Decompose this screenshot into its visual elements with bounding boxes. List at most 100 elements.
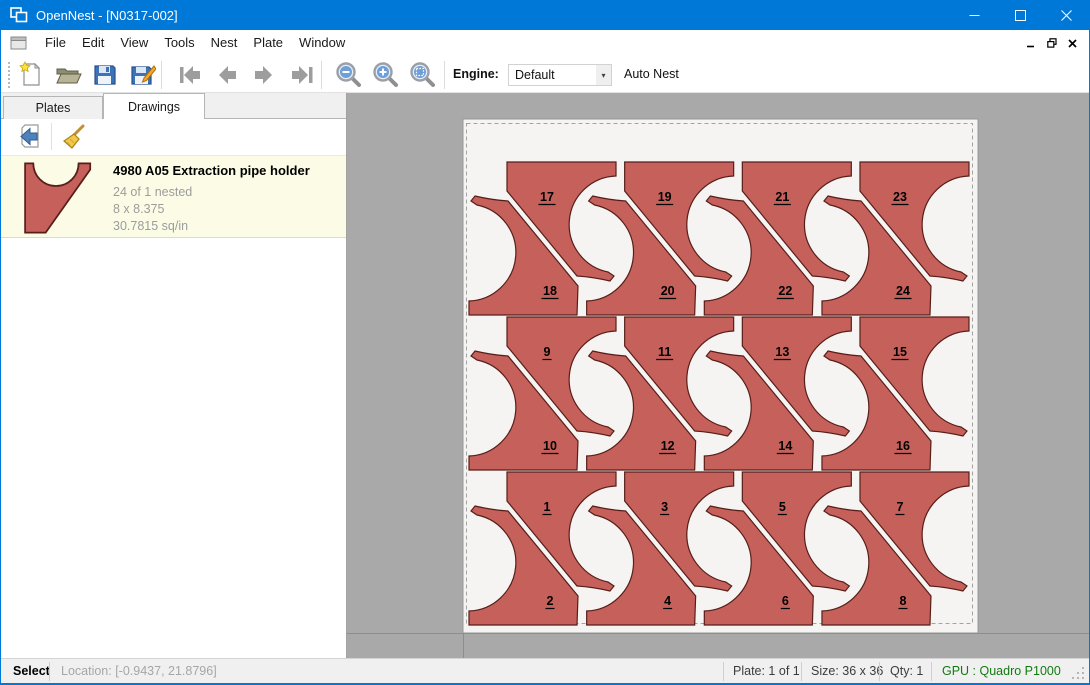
engine-select[interactable]: Default ▾ [508, 64, 612, 86]
close-icon [1061, 10, 1072, 21]
new-file-icon [18, 61, 44, 88]
minimize-icon [969, 10, 980, 21]
chevron-down-icon: ▾ [596, 65, 611, 85]
go-previous-icon [214, 63, 240, 87]
part-number-label: 13 [775, 345, 789, 359]
menu-edit[interactable]: Edit [74, 30, 112, 56]
child-close-icon [1068, 39, 1077, 48]
part-thumbnail [21, 162, 95, 234]
toolbar-separator [444, 61, 445, 89]
menu-view[interactable]: View [112, 30, 156, 56]
child-restore-button[interactable] [1041, 33, 1062, 53]
menu-window[interactable]: Window [291, 30, 353, 56]
part-number-label: 19 [658, 190, 672, 204]
child-restore-icon [1047, 38, 1057, 48]
part-number-label: 18 [543, 284, 557, 298]
zoom-out-icon [335, 61, 362, 88]
part-number-label: 2 [547, 594, 554, 608]
menu-file[interactable]: File [37, 30, 74, 56]
part-number-label: 5 [779, 500, 786, 514]
toolbar-separator [321, 61, 322, 89]
app-logo-icon [10, 7, 28, 23]
statusbar-separator [801, 662, 802, 681]
document-window-icon [10, 36, 27, 50]
part-number-label: 6 [782, 594, 789, 608]
save-as-icon [130, 62, 156, 88]
engine-value: Default [509, 68, 596, 82]
last-plate-button[interactable] [286, 59, 318, 90]
panel-tabstrip: Plates Drawings [1, 93, 346, 119]
statusbar-separator [723, 662, 724, 681]
auto-nest-button[interactable]: Auto Nest [624, 67, 679, 81]
left-panel: Plates Drawings 498 [1, 93, 347, 658]
maximize-button[interactable] [997, 0, 1043, 30]
panel-toolbar [1, 120, 346, 154]
next-plate-button[interactable] [248, 59, 280, 90]
child-close-button[interactable] [1062, 33, 1083, 53]
nest-drawing: 171819202122232491011121314151612345678 [347, 93, 1090, 658]
drawing-size: 8 x 8.375 [113, 202, 164, 216]
child-minimize-button[interactable] [1020, 33, 1041, 53]
toolbar-grip[interactable] [8, 62, 10, 88]
menu-bar: File Edit View Tools Nest Plate Window [1, 30, 1089, 56]
window-title: OpenNest - [N0317-002] [36, 8, 178, 23]
part-number-label: 12 [661, 439, 675, 453]
tab-plates[interactable]: Plates [3, 96, 103, 119]
part-number-label: 7 [897, 500, 904, 514]
maximize-icon [1015, 10, 1026, 21]
minimize-button[interactable] [951, 0, 997, 30]
save-button[interactable] [89, 59, 121, 90]
tab-drawings[interactable]: Drawings [103, 93, 205, 119]
zoom-in-icon [372, 61, 399, 88]
statusbar-separator [879, 662, 880, 681]
go-first-icon [177, 63, 203, 87]
go-next-icon [251, 63, 277, 87]
status-mode: Select [13, 664, 50, 678]
save-as-button[interactable] [127, 59, 159, 90]
status-bar: Select Location: [-0.9437, 21.8796] Plat… [1, 658, 1089, 684]
part-number-label: 20 [661, 284, 675, 298]
menu-tools[interactable]: Tools [156, 30, 202, 56]
status-location: Location: [-0.9437, 21.8796] [61, 664, 217, 678]
drawing-list-item[interactable]: 4980 A05 Extraction pipe holder 24 of 1 … [1, 155, 346, 238]
part-number-label: 8 [900, 594, 907, 608]
part-number-label: 4 [664, 594, 671, 608]
app-window: OpenNest - [N0317-002] File Edit View To… [0, 0, 1090, 685]
zoom-fit-button[interactable] [406, 59, 438, 90]
previous-plate-button[interactable] [211, 59, 243, 90]
part-number-label: 14 [778, 439, 792, 453]
part-number-label: 3 [661, 500, 668, 514]
toolbar-separator [161, 61, 162, 89]
close-button[interactable] [1043, 0, 1089, 30]
nest-canvas[interactable]: 171819202122232491011121314151612345678 [347, 93, 1090, 658]
part-number-label: 16 [896, 439, 910, 453]
statusbar-separator [931, 662, 932, 681]
part-number-label: 22 [778, 284, 792, 298]
go-last-icon [289, 63, 315, 87]
resize-grip[interactable] [1072, 667, 1086, 681]
drawing-nested-count: 24 of 1 nested [113, 185, 192, 199]
zoom-in-button[interactable] [369, 59, 401, 90]
status-size: Size: 36 x 36 [811, 664, 883, 678]
title-bar: OpenNest - [N0317-002] [1, 0, 1089, 30]
open-button[interactable] [52, 59, 84, 90]
import-drawing-icon [17, 123, 45, 151]
panel-toolbar-separator [51, 123, 52, 150]
part-shape [25, 163, 90, 232]
new-file-button[interactable] [15, 59, 47, 90]
menu-nest[interactable]: Nest [203, 30, 246, 56]
statusbar-separator [49, 662, 50, 681]
part-number-label: 17 [540, 190, 554, 204]
first-plate-button[interactable] [174, 59, 206, 90]
zoom-out-button[interactable] [332, 59, 364, 90]
clean-button[interactable] [57, 121, 89, 153]
status-qty: Qty: 1 [890, 664, 923, 678]
part-number-label: 9 [544, 345, 551, 359]
broom-icon [59, 123, 87, 151]
engine-label: Engine: [453, 67, 499, 81]
drawing-title: 4980 A05 Extraction pipe holder [113, 163, 310, 178]
status-gpu: GPU : Quadro P1000 [942, 664, 1061, 678]
menu-plate[interactable]: Plate [245, 30, 291, 56]
import-drawing-button[interactable] [15, 121, 47, 153]
main-toolbar: Engine: Default ▾ Auto Nest [1, 56, 1089, 93]
